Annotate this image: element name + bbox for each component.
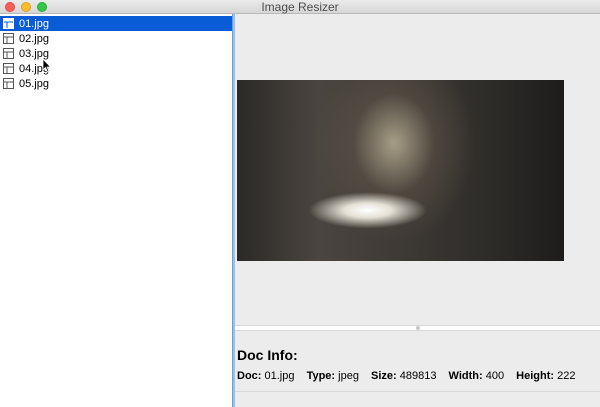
file-list-item[interactable]: 03.jpg xyxy=(0,46,232,61)
doc-info-heading: Doc Info: xyxy=(237,347,298,363)
size-label: Size: xyxy=(371,370,397,382)
image-file-icon xyxy=(3,48,14,59)
file-name: 04.jpg xyxy=(19,62,49,75)
file-list-item[interactable]: 04.jpg xyxy=(0,61,232,76)
file-name: 05.jpg xyxy=(19,77,49,90)
width-field: Width: 400 xyxy=(449,370,505,382)
bottom-separator xyxy=(235,391,600,392)
width-label: Width: xyxy=(448,370,483,382)
detail-pane: Doc Info: Doc: 01.jpg Type: jpeg Size: 4… xyxy=(235,14,600,407)
doc-info-line: Doc: 01.jpg Type: jpeg Size: 489813 Widt… xyxy=(237,370,584,382)
type-field: Type: jpeg xyxy=(307,370,359,382)
file-name: 01.jpg xyxy=(19,17,49,30)
size-field: Size: 489813 xyxy=(371,370,436,382)
height-value: 222 xyxy=(557,370,576,382)
size-value: 489813 xyxy=(399,370,437,382)
window-title: Image Resizer xyxy=(261,0,339,14)
doc-label: Doc: xyxy=(237,370,262,382)
image-file-icon xyxy=(3,18,14,29)
title-bar: Image Resizer xyxy=(0,0,600,14)
image-file-icon xyxy=(3,63,14,74)
type-label: Type: xyxy=(306,370,336,382)
divider-handle-icon[interactable] xyxy=(416,326,420,330)
doc-field: Doc: 01.jpg xyxy=(237,370,295,382)
height-field: Height: 222 xyxy=(516,370,575,382)
file-list[interactable]: 01.jpg 02.jpg 03.jpg 04.jpg 05.jpg xyxy=(0,14,232,407)
image-file-icon xyxy=(3,78,14,89)
doc-value: 01.jpg xyxy=(264,370,295,382)
file-name: 02.jpg xyxy=(19,32,49,45)
file-list-item[interactable]: 05.jpg xyxy=(0,76,232,91)
height-label: Height: xyxy=(516,370,555,382)
width-value: 400 xyxy=(485,370,505,382)
type-value: jpeg xyxy=(338,370,359,382)
file-list-item[interactable]: 02.jpg xyxy=(0,31,232,46)
file-name: 03.jpg xyxy=(19,47,49,60)
image-file-icon xyxy=(3,33,14,44)
file-list-item[interactable]: 01.jpg xyxy=(0,16,232,31)
image-preview xyxy=(237,80,564,261)
